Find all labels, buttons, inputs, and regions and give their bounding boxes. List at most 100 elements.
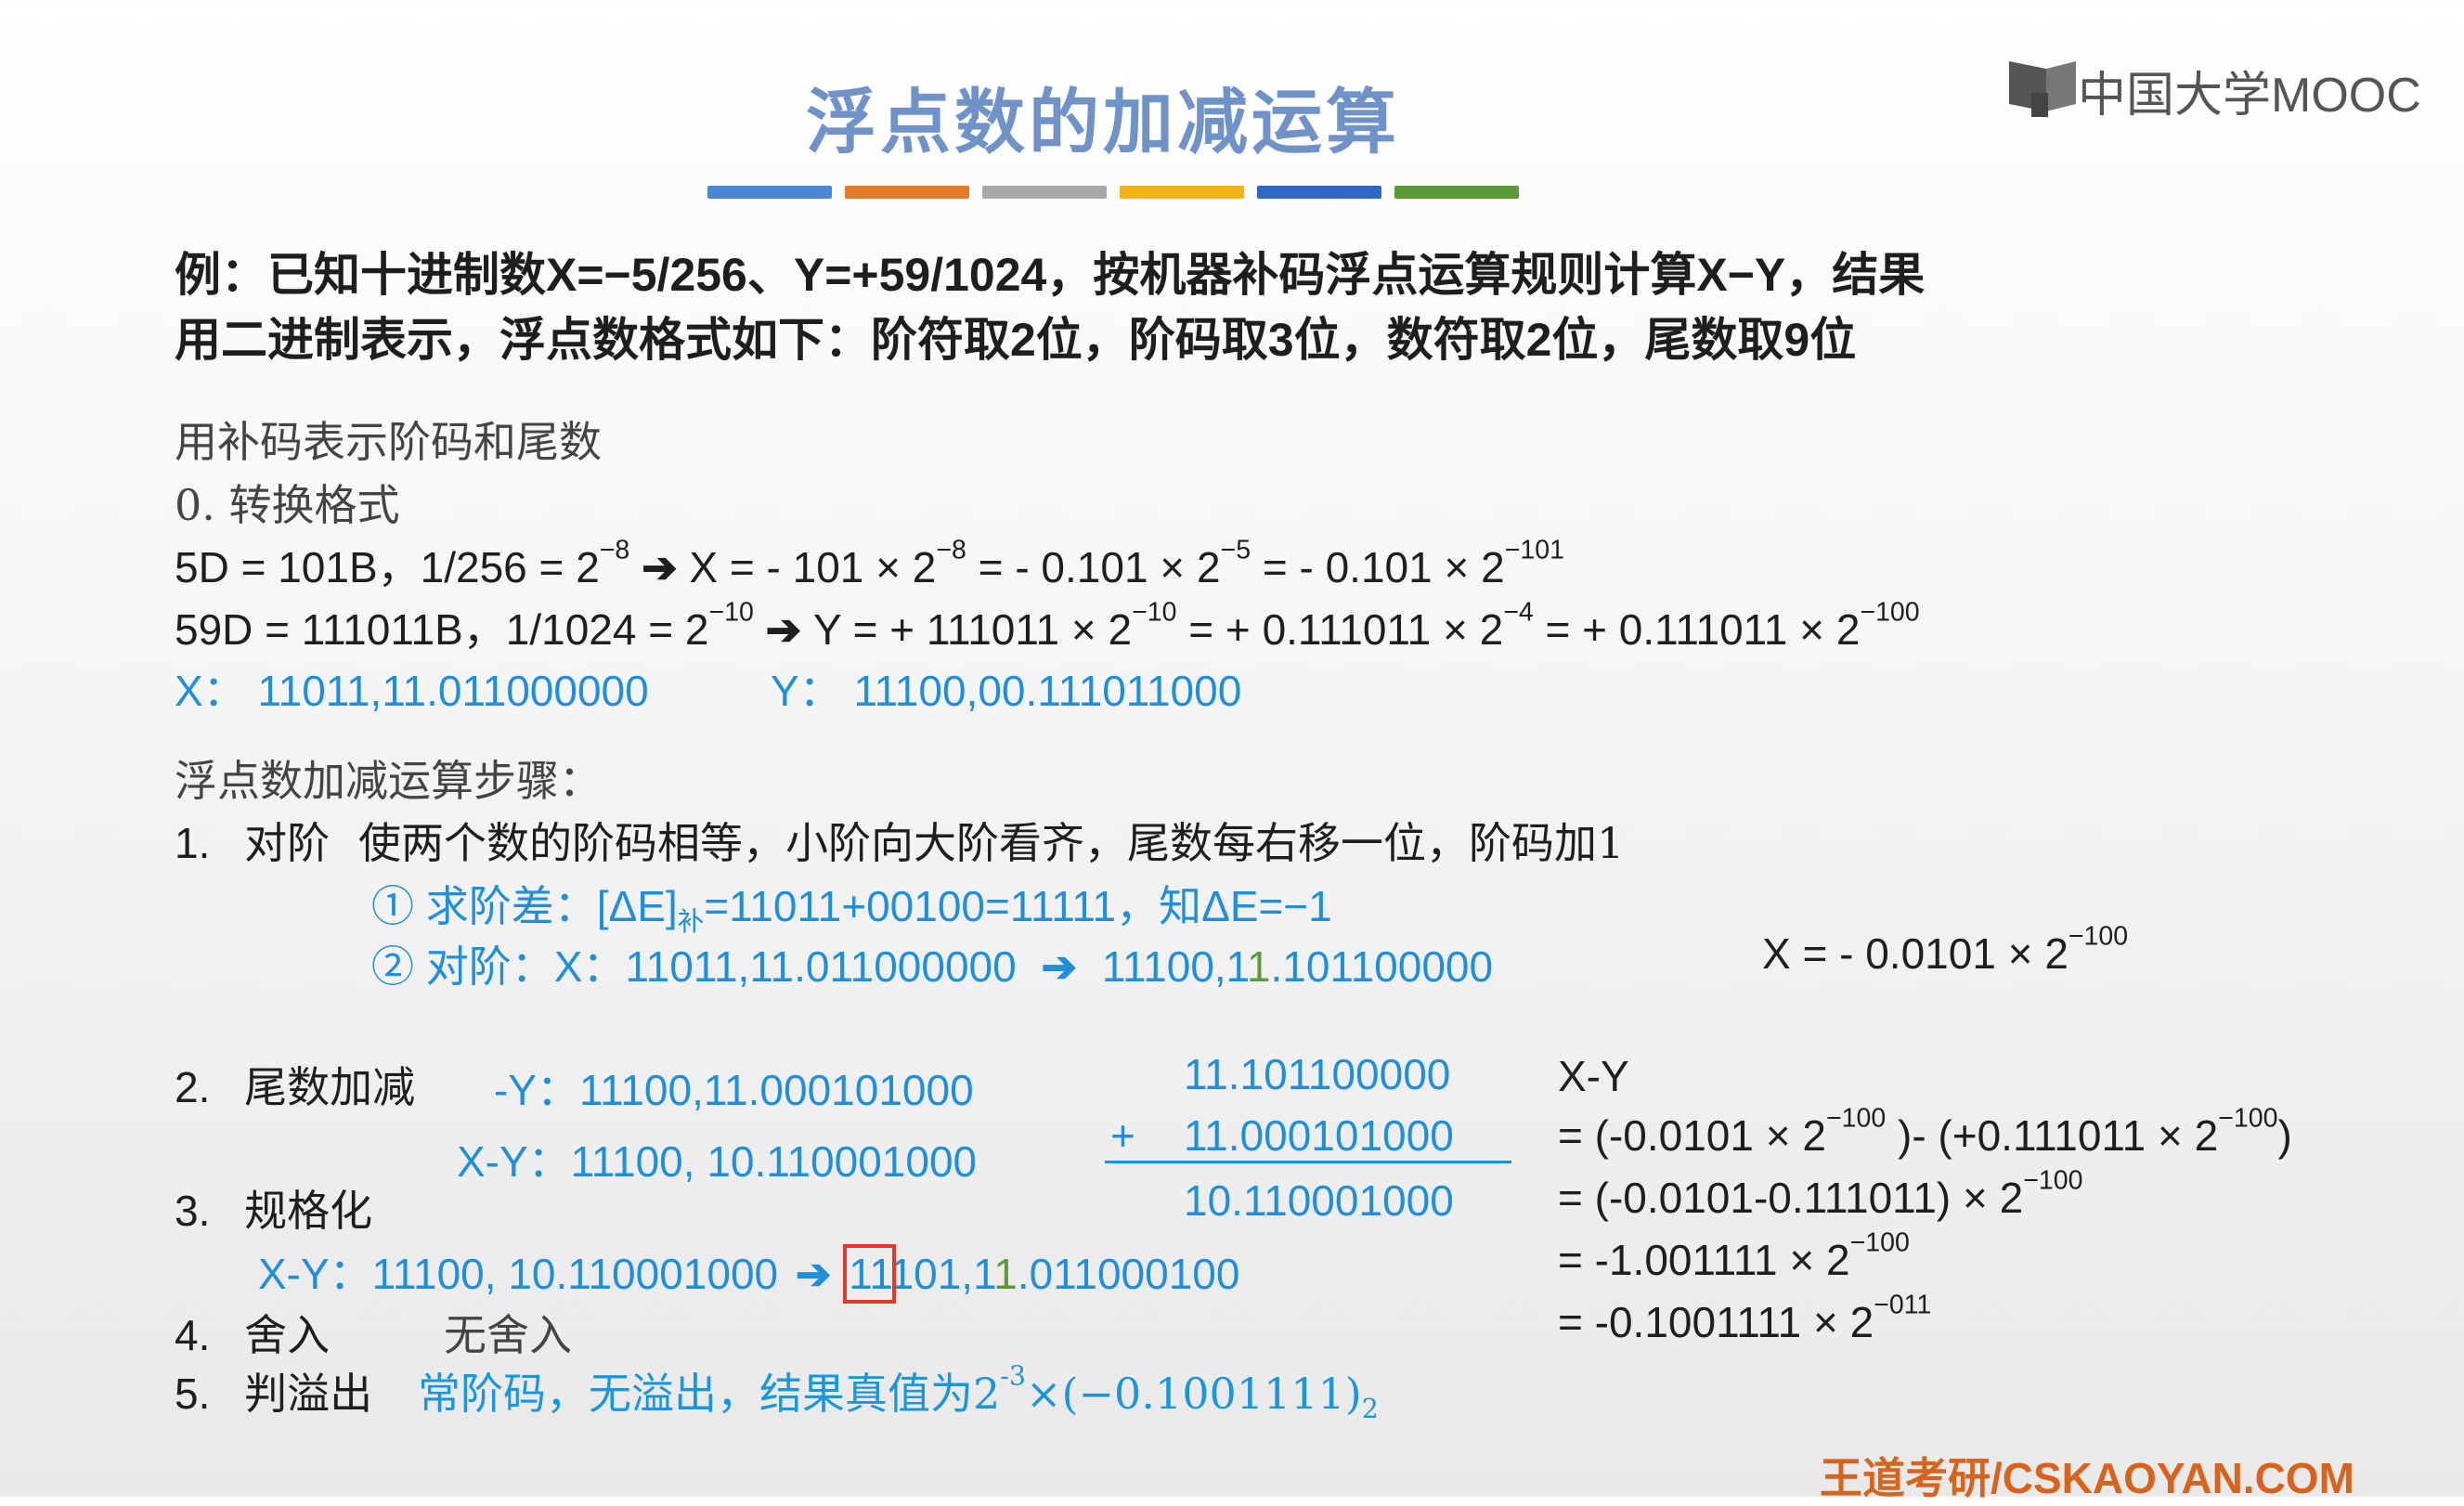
conv-x-d-exp: −101 [1504, 535, 1564, 565]
step4-name: 舍入 [244, 1310, 331, 1360]
step5-row: 5. 判溢出 常阶码，无溢出，结果真值为2-3×(−0.1001111)2 [175, 1360, 1379, 1422]
conversion-row-x: 5D = 101B，1/256 = 2−8 ➔ X = - 101 × 2−8 … [175, 534, 1564, 595]
step5-value-exp: -3 [1000, 1360, 1026, 1392]
step1-sub2-a: ② 对阶：X：11011,11.011000000 [371, 942, 1017, 991]
step5-num: 5. [175, 1370, 211, 1418]
derivation-l2: = (-0.0101-0.111011) × 2−100 [1558, 1167, 2082, 1223]
derivation-l4: = -0.1001111 × 2−011 [1558, 1292, 1931, 1347]
step1-sub1-rest: =11011+00100=11111，知ΔE=−1 [704, 882, 1332, 930]
step3-name: 规格化 [244, 1186, 373, 1236]
arrow-icon: ➔ [642, 543, 690, 591]
mooc-logo-icon [2009, 61, 2076, 117]
divider-bar [1120, 186, 1244, 199]
problem-line-2: 用二进制表示，浮点数格式如下：阶符取2位，阶码取3位，数符取2位，尾数取9位 [175, 314, 1857, 366]
step2-row: 2. 尾数加减 [175, 1054, 415, 1115]
divider-bar [845, 186, 969, 199]
y-label: Y： [771, 667, 842, 715]
divider-bar [1257, 186, 1381, 199]
derivation-l3: = -1.001111 × 2−100 [1558, 1229, 1910, 1285]
step5-value: 常阶码，无溢出，结果真值为2-3×(−0.1001111)2 [417, 1363, 1379, 1422]
step2-x-minus-y: X-Y：11100, 10.110001000 [457, 1137, 978, 1186]
step4-value: 无舍入 [443, 1310, 572, 1360]
page-title: 浮点数的加减运算 [806, 81, 1400, 163]
step5-value-sub: 2 [1361, 1393, 1379, 1424]
x-label: X： [175, 667, 246, 715]
step4-row: 4. 舍入 无舍入 [175, 1302, 572, 1363]
conversion-row-y: 59D = 111011B，1/1024 = 2−10 ➔ Y = + 1110… [175, 596, 1920, 657]
add-operand-b: 11.000101000 [1184, 1111, 1454, 1160]
step3-line-b4: .011000100 [1017, 1250, 1240, 1298]
conv-y-b: Y = + 111011 × 2 [812, 605, 1133, 654]
add-plus-sign: + [1110, 1111, 1135, 1160]
step5-value-b: ×(−0.1001111) [1026, 1369, 1362, 1419]
divider-bar [1394, 186, 1519, 199]
step1-note-exp: −100 [2068, 921, 2129, 952]
step1-sub2-result-a: 11100,1 [1101, 942, 1247, 991]
step3-line-b2: 101,1 [889, 1250, 994, 1298]
step5-name: 判溢出 [244, 1369, 373, 1419]
arrow-icon: ➔ [795, 1250, 832, 1298]
y-value: 11100,00.111011000 [853, 667, 1242, 715]
section-heading: 用补码表示阶码和尾数 [175, 417, 602, 467]
derivation-l2-exp: −100 [2023, 1165, 2083, 1196]
step3-highlight-bits: 11 [843, 1244, 896, 1304]
conv-x-a: 5D = 101B，1/256 = 2 [175, 543, 600, 591]
derivation-l2-text: = (-0.0101-0.111011) × 2 [1558, 1174, 2024, 1222]
step4-num: 4. [175, 1311, 211, 1359]
step1-note: X = - 0.0101 × 2−100 [1762, 923, 2128, 979]
problem-line-1: 例：已知十进制数X=−5/256、Y=+59/1024，按机器补码浮点运算规则计… [175, 249, 1926, 301]
step1-row: 1. 对阶 使两个数的阶码相等，小阶向大阶看齐，尾数每右移一位，阶码加1 [175, 810, 1624, 871]
step2-name: 尾数加减 [244, 1062, 416, 1112]
step1-sub1-a: ① 求阶差：[ΔE] [371, 882, 678, 930]
step2-neg-y: -Y：11100,11.000101000 [494, 1066, 974, 1114]
derivation-l4-exp: −011 [1874, 1290, 1932, 1320]
derivation-l1a-exp: −100 [1825, 1103, 1887, 1134]
arrow-icon: ➔ [1041, 942, 1078, 991]
derivation-l1a: = (-0.0101 × 2 [1558, 1111, 1826, 1160]
step5-value-a: 常阶码，无溢出，结果真值为2 [417, 1369, 1001, 1419]
derivation-l3-text: = -1.001111 × 2 [1558, 1236, 1850, 1284]
step3-normalize: X-Y：11100, 10.110001000 ➔ 11101,11.01100… [258, 1240, 1240, 1304]
add-sum-line [1105, 1161, 1511, 1163]
arrow-icon: ➔ [765, 605, 813, 654]
step3-line-a: X-Y：11100, 10.110001000 [258, 1250, 779, 1298]
derivation-l4-text: = -0.1001111 × 2 [1558, 1298, 1874, 1346]
conv-x-d: = - 0.101 × 2 [1262, 543, 1505, 591]
step2-num: 2. [175, 1063, 211, 1111]
conv-y-d: = + 0.111011 × 2 [1545, 605, 1861, 654]
conv-y-a-exp: −10 [708, 597, 754, 628]
conv-y-d-exp: −100 [1860, 597, 1920, 628]
add-operand-a: 11.101100000 [1184, 1050, 1451, 1098]
conv-x-b-exp: −8 [936, 535, 966, 565]
step1-num: 1. [175, 819, 211, 867]
x-value: 11011,11.011000000 [257, 667, 649, 715]
y-encoding: Y： 11100,00.111011000 [771, 657, 1241, 719]
step1-sub2-result-c: .101100000 [1270, 942, 1494, 991]
step3-row: 3. 规格化 [175, 1177, 372, 1239]
steps-heading: 浮点数加减运算步骤： [175, 756, 602, 806]
conv-y-b-exp: −10 [1132, 597, 1177, 628]
conv-y-c-exp: −4 [1503, 597, 1534, 628]
conv-y-a: 59D = 111011B，1/1024 = 2 [175, 605, 709, 654]
conv-x-b: X = - 101 × 2 [689, 543, 937, 591]
derivation-l1b: )- (+0.111011 × 2 [1898, 1111, 2219, 1160]
conv-x-c: = - 0.101 × 2 [978, 543, 1221, 591]
step1-desc: 使两个数的阶码相等，小阶向大阶看齐，尾数每右移一位，阶码加1 [357, 818, 1625, 868]
derivation-l0: X-Y [1558, 1052, 1629, 1100]
mooc-logo: 中国大学MOOC [2005, 48, 2421, 123]
divider-bar [707, 186, 832, 199]
step1-sub2: ② 对阶：X：11011,11.011000000 ➔ 11100,11.101… [371, 933, 1493, 994]
derivation-l1: = (-0.0101 × 2−100 )- (+0.111011 × 2−100… [1558, 1105, 2292, 1161]
conv-x-c-exp: −5 [1220, 535, 1251, 565]
derivation-l1c: ) [2277, 1111, 2292, 1160]
step3-num: 3. [175, 1187, 211, 1235]
conv-y-c: = + 0.111011 × 2 [1188, 605, 1504, 654]
step1-sub1: ① 求阶差：[ΔE]补=11011+00100=11111，知ΔE=−1 [371, 873, 1332, 935]
x-encoding: X： 11011,11.011000000 [175, 657, 649, 719]
add-sum: 10.110001000 [1184, 1176, 1454, 1225]
logo-text: 中国大学MOOC [2078, 69, 2421, 123]
derivation-l3-exp: −100 [1849, 1227, 1910, 1258]
step1-sub2-result-b: 1 [1246, 942, 1271, 991]
divider-bar [982, 186, 1107, 199]
derivation-l1b-exp: −100 [2218, 1103, 2278, 1134]
